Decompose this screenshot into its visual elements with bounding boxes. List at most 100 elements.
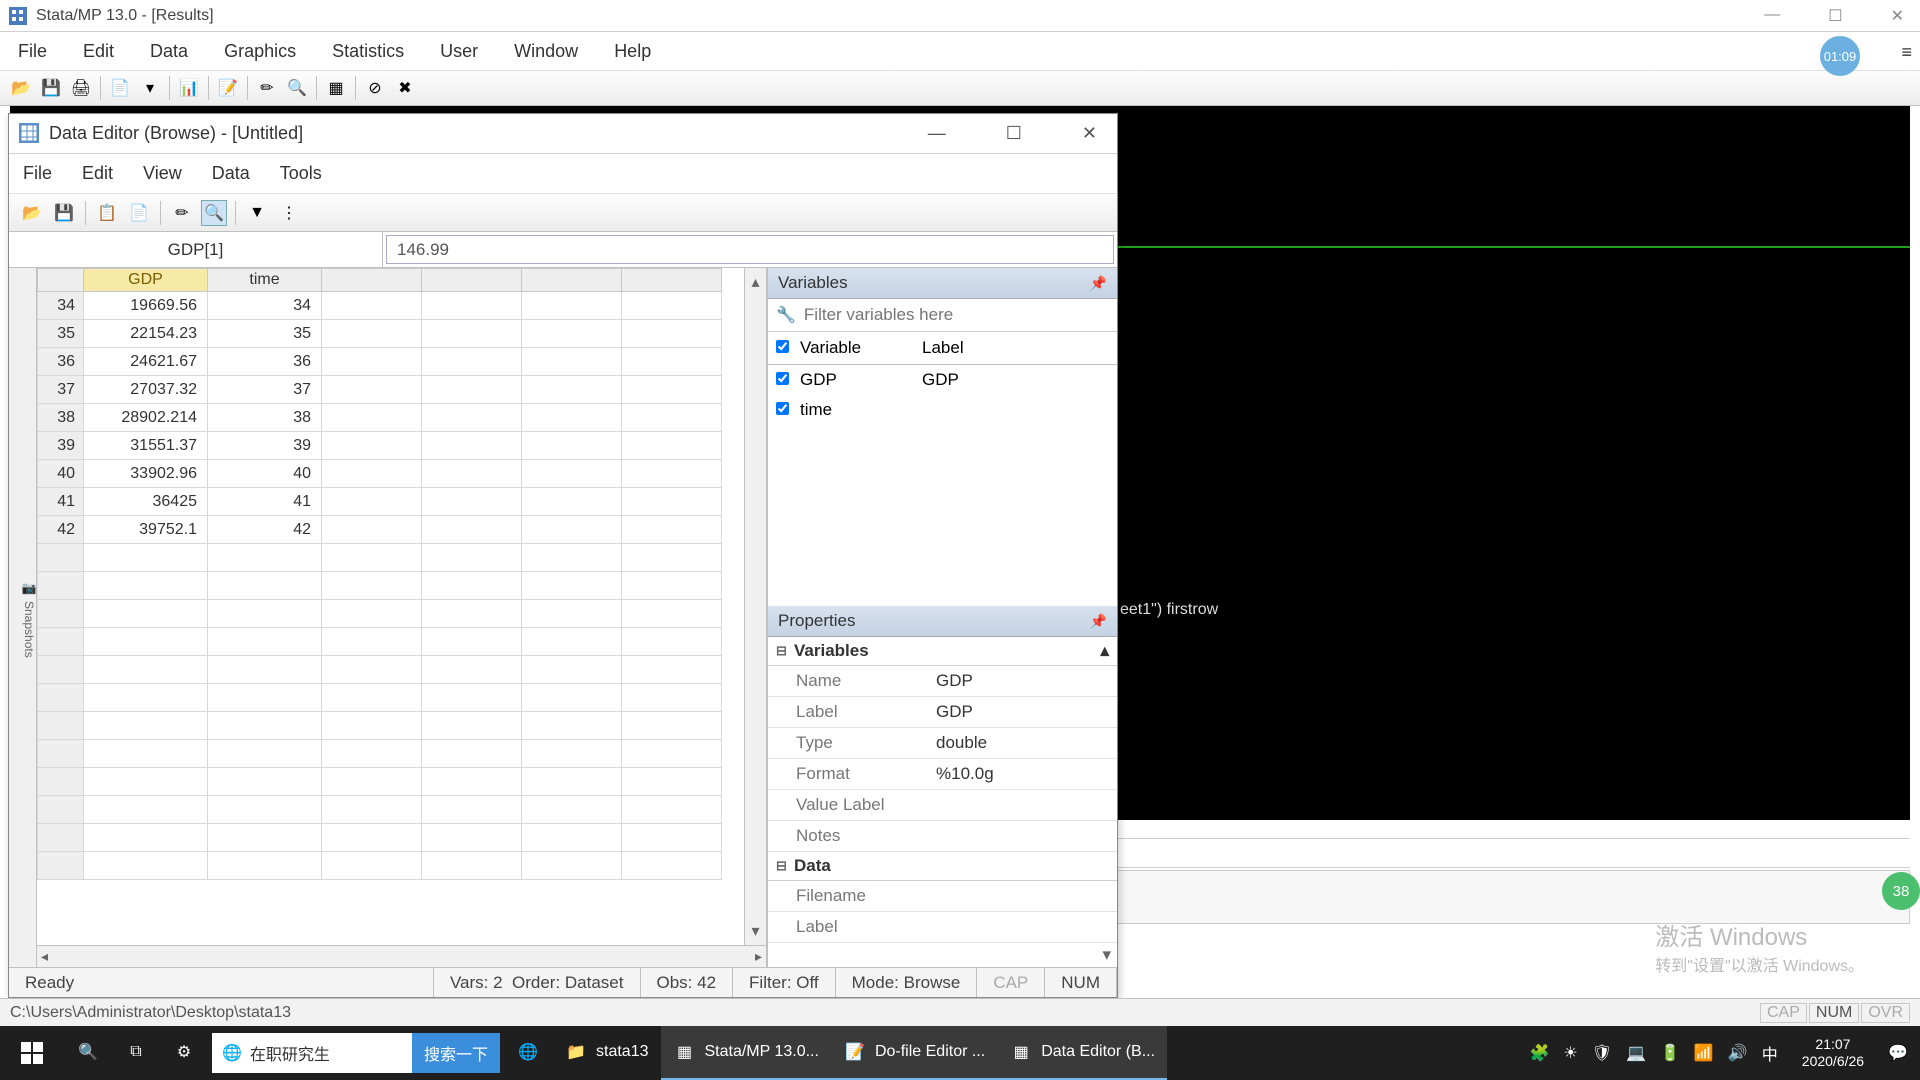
cell-empty[interactable] [208, 712, 322, 740]
cell-empty[interactable] [422, 516, 522, 544]
taskbar-item[interactable]: 📁stata13 [552, 1026, 660, 1080]
cell-empty[interactable] [422, 768, 522, 796]
property-row[interactable]: Format%10.0g [768, 759, 1117, 790]
cell-empty[interactable] [84, 852, 208, 880]
cell-empty[interactable] [84, 768, 208, 796]
de-menu-edit[interactable]: Edit [82, 163, 113, 184]
cell-empty[interactable] [422, 852, 522, 880]
cell-empty[interactable] [622, 768, 722, 796]
log-icon[interactable]: 📄 [107, 75, 133, 101]
cell-empty[interactable] [622, 320, 722, 348]
menu-help[interactable]: Help [608, 37, 657, 66]
snapshots-tab[interactable]: 📷 Snapshots [9, 268, 37, 967]
column-header-time[interactable]: time [208, 269, 322, 292]
cell-empty[interactable] [522, 796, 622, 824]
scroll-up-icon[interactable]: ▴ [1100, 641, 1109, 661]
data-editor-browse-icon[interactable]: 🔍 [284, 75, 310, 101]
cell-empty[interactable] [522, 656, 622, 684]
dofile-icon[interactable]: 📝 [215, 75, 241, 101]
cell-empty[interactable] [422, 600, 522, 628]
table-row[interactable]: 39 31551.37 39 [38, 432, 722, 460]
table-row[interactable] [38, 600, 722, 628]
table-row[interactable] [38, 656, 722, 684]
table-row[interactable] [38, 712, 722, 740]
taskbar-clock[interactable]: 21:07 2020/6/26 [1792, 1036, 1874, 1070]
cell-empty[interactable] [322, 768, 422, 796]
cell-empty[interactable] [522, 292, 622, 320]
cell-gdp[interactable]: 33902.96 [84, 460, 208, 488]
cell-empty[interactable] [322, 292, 422, 320]
save-icon[interactable]: 💾 [38, 75, 64, 101]
table-row[interactable] [38, 684, 722, 712]
cell-time[interactable]: 37 [208, 376, 322, 404]
cell-value-input[interactable]: 146.99 [386, 235, 1114, 264]
taskbar-item[interactable]: 📝Do-file Editor ... [831, 1026, 997, 1080]
cell-empty[interactable] [84, 712, 208, 740]
row-header[interactable] [38, 768, 84, 796]
cell-empty[interactable] [622, 572, 722, 600]
record-badge[interactable]: 01:09 [1820, 36, 1860, 76]
de-paste-icon[interactable]: 📄 [126, 200, 152, 226]
row-header[interactable]: 34 [38, 292, 84, 320]
taskbar-taskview-icon[interactable]: ⧉ [112, 1026, 160, 1080]
cell-empty[interactable] [522, 488, 622, 516]
taskbar-item[interactable]: ▦Data Editor (B... [997, 1026, 1167, 1080]
grid-vertical-scrollbar[interactable]: ▴ ▾ [744, 268, 766, 945]
cell-empty[interactable] [622, 824, 722, 852]
cell-empty[interactable] [522, 852, 622, 880]
cell-empty[interactable] [522, 376, 622, 404]
row-header[interactable]: 42 [38, 516, 84, 544]
cell-empty[interactable] [322, 376, 422, 404]
header-label[interactable]: Label [922, 338, 964, 358]
table-row[interactable]: 40 33902.96 40 [38, 460, 722, 488]
cell-empty[interactable] [422, 320, 522, 348]
cell-empty[interactable] [422, 656, 522, 684]
cell-empty[interactable] [422, 628, 522, 656]
cell-empty[interactable] [622, 656, 722, 684]
variable-checkbox[interactable] [776, 372, 789, 385]
scroll-up-icon[interactable]: ▴ [751, 272, 759, 292]
table-row[interactable] [38, 544, 722, 572]
cell-time[interactable]: 40 [208, 460, 322, 488]
cell-empty[interactable] [208, 544, 322, 572]
cell-empty[interactable] [622, 712, 722, 740]
cell-empty[interactable] [622, 740, 722, 768]
cell-empty[interactable] [322, 348, 422, 376]
cell-empty[interactable] [208, 656, 322, 684]
cell-empty[interactable] [522, 824, 622, 852]
cell-empty[interactable] [622, 796, 722, 824]
cell-empty[interactable] [622, 460, 722, 488]
tray-wifi-icon[interactable]: 📶 [1694, 1043, 1714, 1063]
stata-maximize-button[interactable]: ☐ [1820, 2, 1850, 30]
table-row[interactable]: 35 22154.23 35 [38, 320, 722, 348]
row-header[interactable] [38, 544, 84, 572]
stata-close-button[interactable]: ✕ [1883, 2, 1912, 30]
cell-empty[interactable] [422, 488, 522, 516]
collapse-icon[interactable]: ⊟ [776, 643, 794, 659]
row-header[interactable] [38, 824, 84, 852]
select-all-checkbox[interactable] [776, 340, 789, 353]
cell-empty[interactable] [84, 824, 208, 852]
de-copy-icon[interactable]: 📋 [94, 200, 120, 226]
search-submit-button[interactable]: 搜索一下 [412, 1033, 500, 1073]
tray-volume-icon[interactable]: 🔊 [1728, 1043, 1748, 1063]
cell-empty[interactable] [84, 684, 208, 712]
cell-empty[interactable] [84, 544, 208, 572]
de-maximize-button[interactable]: ☐ [996, 119, 1032, 148]
cell-empty[interactable] [322, 572, 422, 600]
menu-graphics[interactable]: Graphics [218, 37, 302, 66]
table-row[interactable]: 38 28902.214 38 [38, 404, 722, 432]
taskbar-app-obs[interactable]: ⚙ [160, 1026, 208, 1080]
tray-icon[interactable]: ☀ [1563, 1043, 1577, 1063]
row-header[interactable]: 39 [38, 432, 84, 460]
cell-time[interactable]: 42 [208, 516, 322, 544]
property-row[interactable]: LabelGDP [768, 697, 1117, 728]
de-open-icon[interactable]: 📂 [19, 200, 45, 226]
cell-empty[interactable] [522, 544, 622, 572]
grid-horizontal-scrollbar[interactable]: ◂ ▸ [37, 945, 766, 967]
cell-empty[interactable] [322, 320, 422, 348]
table-row[interactable] [38, 824, 722, 852]
cell-empty[interactable] [422, 796, 522, 824]
cell-empty[interactable] [622, 628, 722, 656]
taskbar-searchbox[interactable]: 🌐在职研究生 搜索一下 [212, 1033, 500, 1073]
